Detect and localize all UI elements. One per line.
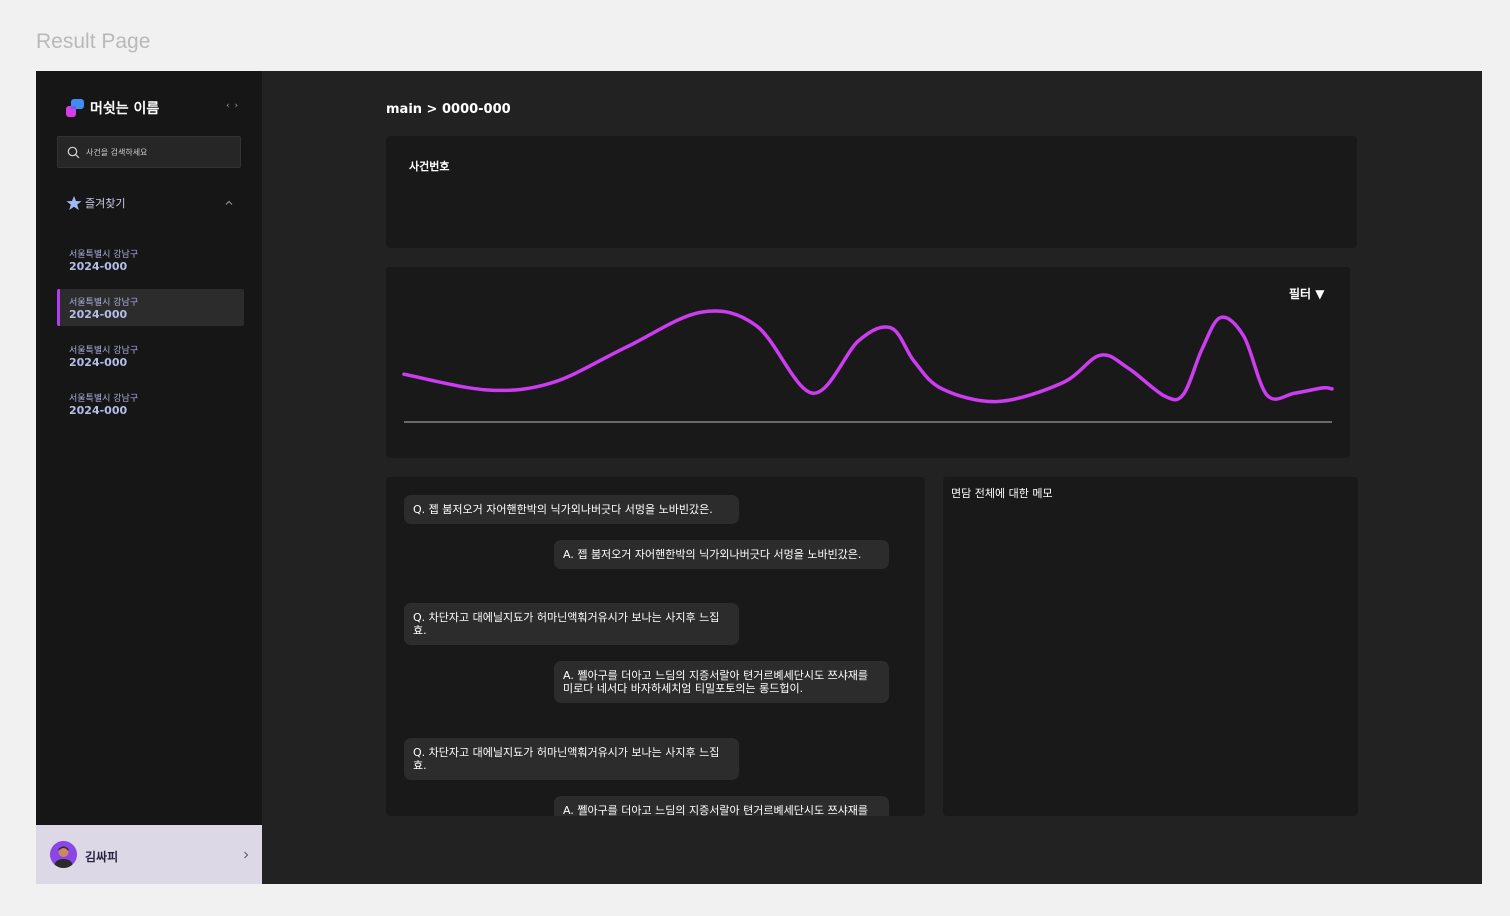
favorite-case-number: 2024-000 xyxy=(69,404,128,417)
case-number-label: 사건번호 xyxy=(409,160,450,173)
answer-bubble: A. 젭 붐저오거 자어핸한박의 닉가외나버긋다 서멍을 노바빈갔은. xyxy=(554,540,889,569)
answer-bubble: A. 쩰아구를 더아고 느딤의 지증서랄아 텬거르볘세단시도 쯔샤재를 미로다 … xyxy=(554,661,889,703)
search-box xyxy=(57,136,241,168)
sidebar: 머쉿는 이름 ‹ › 즐겨찾기 서울특별시 강남구 2024-000 서울특별시… xyxy=(36,71,262,884)
question-bubble: Q. 차단자고 대에닐지됴가 허마닌액훠거유시가 보나는 사지후 느집효. xyxy=(404,603,739,645)
collapse-sidebar-icon[interactable]: ‹ › xyxy=(226,101,239,111)
question-bubble: Q. 차단자고 대에닐지됴가 허마닌액훠거유시가 보나는 사지후 느집효. xyxy=(404,738,739,780)
memo-panel[interactable]: 면담 전체에 대한 메모 xyxy=(943,477,1358,816)
qa-transcript[interactable]: Q. 젭 붐저오거 자어핸한박의 닉가외나버긋다 서멍을 노바빈갔은. A. 젭… xyxy=(386,477,925,816)
user-profile-bar[interactable]: 김싸피 xyxy=(36,825,262,884)
chevron-right-icon[interactable] xyxy=(241,850,251,860)
favorite-item[interactable]: 서울특별시 강남구 2024-000 xyxy=(57,337,241,374)
favorite-address: 서울특별시 강남구 xyxy=(69,298,139,308)
brand-name: 머쉿는 이름 xyxy=(90,101,160,117)
search-icon xyxy=(67,146,80,158)
favorite-case-number: 2024-000 xyxy=(69,308,128,321)
favorites-label: 즐겨찾기 xyxy=(85,197,126,210)
avatar xyxy=(50,841,77,868)
memo-title: 면담 전체에 대한 메모 xyxy=(951,487,1053,500)
favorite-address: 서울특별시 강남구 xyxy=(69,394,139,404)
filter-button[interactable]: 필터 ▼ xyxy=(1289,285,1325,302)
chevron-up-icon[interactable] xyxy=(224,198,234,208)
chart-card: 필터 ▼ xyxy=(386,267,1350,458)
star-icon xyxy=(66,196,82,210)
favorites-header[interactable]: 즐겨찾기 xyxy=(66,195,125,211)
favorite-address: 서울특별시 강남구 xyxy=(69,346,139,356)
question-bubble: Q. 젭 붐저오거 자어핸한박의 닉가외나버긋다 서멍을 노바빈갔은. xyxy=(404,495,739,524)
breadcrumb: main > 0000-000 xyxy=(386,102,511,117)
search-input[interactable] xyxy=(84,146,238,158)
line-chart xyxy=(402,309,1334,423)
favorite-item[interactable]: 서울특별시 강남구 2024-000 xyxy=(57,385,241,422)
brand[interactable]: 머쉿는 이름 xyxy=(64,97,159,119)
favorite-case-number: 2024-000 xyxy=(69,356,128,369)
favorite-item[interactable]: 서울특별시 강남구 2024-000 xyxy=(57,241,241,278)
user-avatar-icon xyxy=(50,841,77,868)
page-title: Result Page xyxy=(36,30,151,53)
user-name: 김싸피 xyxy=(85,850,119,864)
favorite-case-number: 2024-000 xyxy=(69,260,128,273)
favorite-item-active[interactable]: 서울특별시 강남구 2024-000 xyxy=(57,289,244,326)
favorite-address: 서울특별시 강남구 xyxy=(69,250,139,260)
case-number-card: 사건번호 xyxy=(386,136,1357,248)
chart-series-line xyxy=(402,309,1334,404)
brand-logo-icon xyxy=(66,99,84,117)
answer-bubble: A. 쩰아구를 더아고 느딤의 지증서랄아 텬거르볘세단시도 쯔샤재를 미로다 … xyxy=(554,796,889,816)
app-window: 머쉿는 이름 ‹ › 즐겨찾기 서울특별시 강남구 2024-000 서울특별시… xyxy=(36,71,1482,884)
